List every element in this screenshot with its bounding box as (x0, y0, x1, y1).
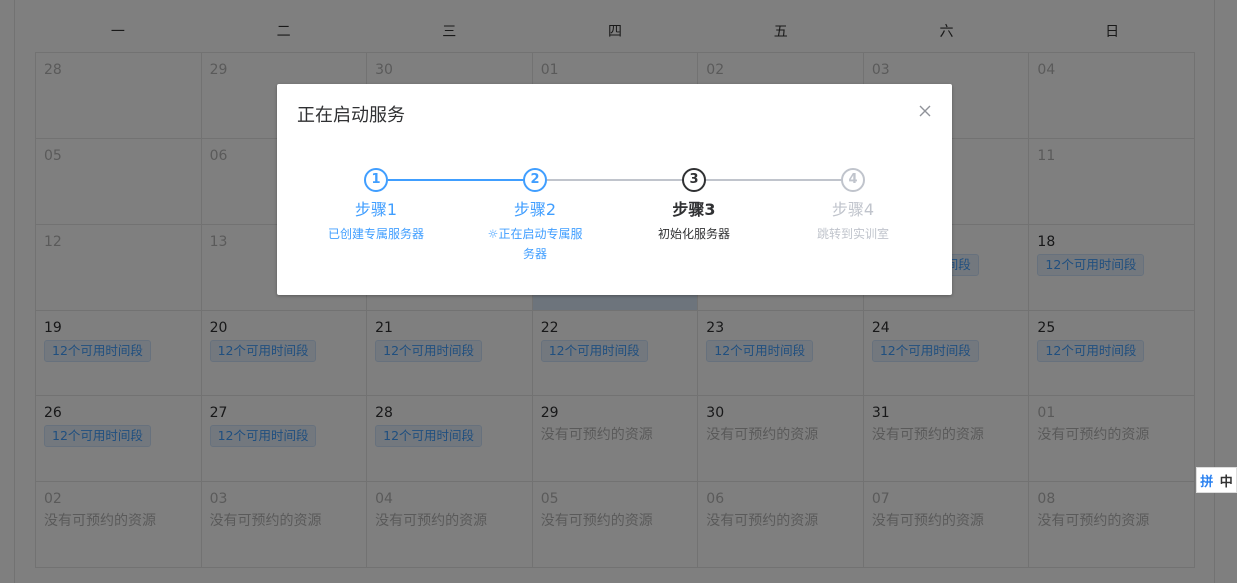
step-2-desc: ☼正在启动专属服务器 (487, 224, 583, 264)
step-connector-2 (547, 179, 683, 181)
step-1-title: 步骤1 (354, 200, 398, 219)
step-1-desc: 已创建专属服务器 (328, 227, 425, 241)
step-4-desc: 跳转到实训室 (816, 227, 889, 241)
step-connector-1 (388, 179, 524, 181)
step-3-title: 步骤3 (672, 200, 716, 219)
step-2-desc-text: 正在启动专属服务器 (498, 227, 583, 261)
step-connector-3 (706, 179, 842, 181)
step-2-icon: 2 (523, 168, 547, 192)
progress-steps: 1 2 3 4 步骤1 步骤2 步骤3 步骤4 已创建专属服务器 ☼正在启动专属… (277, 168, 952, 278)
step-2-title: 步骤2 (513, 200, 557, 219)
start-service-dialog: 正在启动服务 1 2 3 4 步骤1 步骤2 步骤3 步骤4 已创建专属服务器 … (277, 84, 952, 295)
step-3-icon: 3 (682, 168, 706, 192)
step-4-title: 步骤4 (831, 200, 875, 219)
spinner-icon: ☼ (487, 227, 499, 241)
ime-pinyin-mode[interactable]: 拼 (1200, 471, 1213, 490)
ime-status-bar[interactable]: 拼 中 (1196, 467, 1237, 493)
step-4-icon: 4 (841, 168, 865, 192)
dialog-title: 正在启动服务 (297, 105, 405, 126)
step-1-icon: 1 (364, 168, 388, 192)
step-3-desc: 初始化服务器 (657, 227, 730, 241)
ime-chinese-mode[interactable]: 中 (1220, 471, 1233, 490)
close-icon[interactable] (917, 103, 933, 119)
